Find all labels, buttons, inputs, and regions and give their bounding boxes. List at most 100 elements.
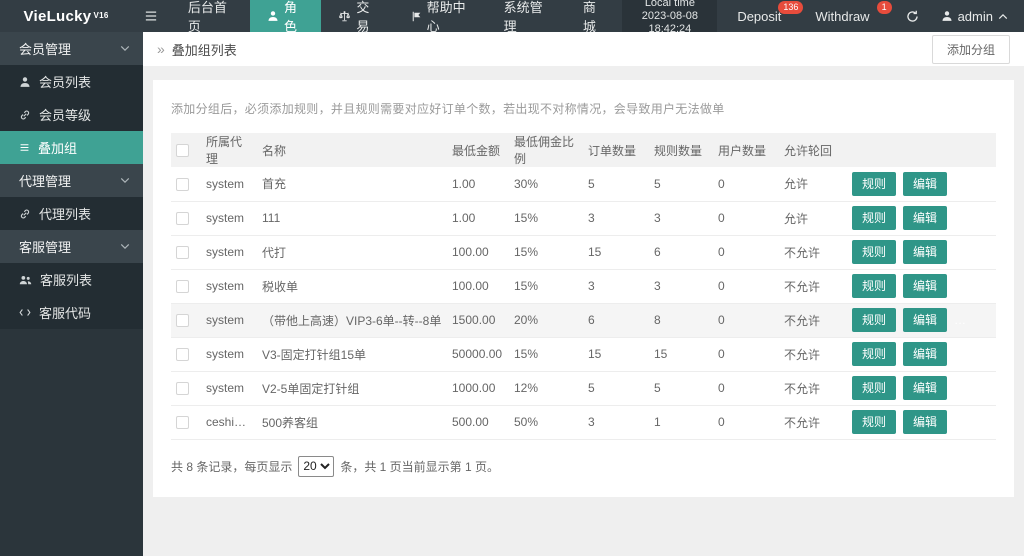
cell-rule-count: 3 [649, 269, 713, 304]
cell-min-amount: 500.00 [447, 405, 509, 440]
user-menu[interactable]: admin [933, 9, 1024, 24]
breadcrumb-chevrons-icon: » [157, 41, 165, 57]
sidebar-item-member-level[interactable]: 会员等级 [0, 98, 143, 131]
edit-button[interactable]: 编辑 [903, 206, 948, 230]
add-group-button[interactable]: 添加分组 [931, 34, 1010, 64]
column-header: 允许轮回 [779, 133, 847, 167]
edit-button[interactable]: 编辑 [903, 171, 948, 196]
edit-button[interactable]: 编辑 [903, 274, 948, 298]
cell-order-count: 5 [583, 371, 649, 406]
nav-item-help[interactable]: 帮助中心 [394, 0, 487, 34]
cell-min-commission: 30% [509, 167, 583, 202]
cell-min-commission: 15% [509, 235, 583, 270]
link-icon [19, 208, 31, 220]
table-row: system （带他上高速）VIP3-6单--转--8单 1500.00 20% 6 8 0… [171, 303, 996, 338]
person-icon [267, 10, 279, 22]
cell-agent: system [201, 269, 257, 304]
select-all-checkbox[interactable] [176, 144, 189, 158]
cell-agent: system [201, 303, 257, 338]
withdraw-link[interactable]: Withdraw 1 [815, 0, 892, 32]
edit-button[interactable]: 编辑 [903, 342, 948, 366]
cell-rule-count: 15 [649, 337, 713, 372]
groups-table: 所属代理 名称 最低金额 最低佣金比例 订单数量 规则数量 用户数量 允许轮回 system 首… [171, 133, 996, 440]
row-checkbox[interactable] [176, 177, 189, 191]
rule-button[interactable]: 规则 [852, 410, 897, 434]
sidebar-item-service-list[interactable]: 客服列表 [0, 263, 143, 296]
page-size-select[interactable]: 20 [298, 455, 335, 477]
cell-rule-count: 8 [649, 303, 713, 338]
code-icon [19, 308, 31, 317]
sidebar-group-label: 代理管理 [19, 174, 72, 189]
rule-button[interactable]: 规则 [852, 206, 897, 230]
sidebar-group-label: 客服管理 [19, 240, 72, 255]
row-checkbox[interactable] [176, 416, 189, 430]
rule-button[interactable]: 规则 [852, 308, 897, 332]
nav-item-label: 系统管理 [503, 0, 543, 34]
column-header: 所属代理 [201, 133, 257, 167]
deposit-link[interactable]: Deposit 136 [737, 0, 804, 32]
local-time-block: Local time 2023-08-08 18:42:24 [622, 0, 718, 35]
pagination-prefix: 共 8 条记录，每页显示 [171, 459, 293, 474]
sidebar-item-member-list[interactable]: 会员列表 [0, 65, 143, 98]
nav-item-trade[interactable]: 交易 [321, 0, 393, 34]
actions-cell: 规则 编辑 删除 [847, 337, 996, 372]
actions-cell: 规则 编辑 删除 [847, 201, 996, 236]
sidebar-item-service-code[interactable]: 客服代码 [0, 296, 143, 329]
cell-min-commission: 15% [509, 201, 583, 236]
row-checkbox[interactable] [176, 382, 189, 396]
sidebar-item-label: 会员等级 [39, 108, 92, 123]
cell-rule-count: 5 [649, 371, 713, 406]
row-checkbox[interactable] [176, 314, 189, 328]
rule-button[interactable]: 规则 [852, 274, 897, 298]
nav-item-role[interactable]: 角色 [250, 0, 322, 34]
cell-order-count: 6 [583, 303, 649, 338]
sidebar-item-label: 代理列表 [39, 207, 92, 222]
cell-allow-cycle: 不允许 [779, 235, 847, 270]
table-row: system 111 1.00 15% 3 3 0 允许 规则 编辑 删除 [171, 201, 996, 236]
cell-agent: system [201, 337, 257, 372]
local-time-value: 2023-08-08 18:42:24 [641, 9, 699, 35]
row-checkbox[interactable] [176, 212, 189, 226]
sidebar-item-member-management[interactable]: 会员管理 [0, 32, 143, 65]
checkbox-cell [171, 167, 201, 202]
sidebar-item-agent-management[interactable]: 代理管理 [0, 164, 143, 197]
sidebar-toggle-button[interactable] [132, 0, 171, 32]
chevron-down-icon [120, 243, 130, 250]
sidebar-item-service-management[interactable]: 客服管理 [0, 230, 143, 263]
nav-item-mall[interactable]: 商城 [566, 0, 623, 34]
nav-item-system[interactable]: 系统管理 [487, 0, 566, 34]
edit-button[interactable]: 编辑 [903, 308, 948, 332]
cell-min-amount: 1500.00 [447, 303, 509, 338]
nav-item-label: 商城 [582, 0, 596, 34]
sidebar-item-label: 叠加组 [38, 141, 78, 156]
page-title: 叠加组列表 [171, 42, 237, 58]
refresh-button[interactable] [906, 10, 919, 23]
rule-button[interactable]: 规则 [852, 376, 897, 400]
sidebar-item-label: 会员列表 [39, 75, 92, 90]
row-checkbox[interactable] [176, 348, 189, 362]
table-row: system 税收单 100.00 15% 3 3 0 不允许 规则 编辑 删除 [171, 269, 996, 304]
sidebar-group-label: 会员管理 [19, 42, 72, 57]
rule-button[interactable]: 规则 [852, 342, 897, 366]
row-checkbox[interactable] [176, 280, 189, 294]
nav-item-home[interactable]: 后台首页 [171, 0, 250, 34]
breadcrumb-bar: » 叠加组列表 添加分组 [143, 32, 1024, 66]
edit-button[interactable]: 编辑 [903, 376, 948, 400]
username: admin [957, 8, 993, 24]
row-checkbox[interactable] [176, 246, 189, 260]
rule-button[interactable]: 规则 [852, 171, 897, 196]
edit-button[interactable]: 编辑 [903, 240, 948, 264]
cell-order-count: 5 [583, 167, 649, 202]
column-header: 名称 [257, 133, 447, 167]
table-row: ceshidaili2 500养客组 500.00 50% 3 1 0 不允许 规则 编辑 删除 [171, 405, 996, 440]
checkbox-cell [171, 405, 201, 440]
hamburger-icon [144, 10, 158, 22]
sidebar-item-stack-group[interactable]: 叠加组 [0, 131, 143, 164]
sidebar-item-agent-list[interactable]: 代理列表 [0, 197, 143, 230]
scales-icon [338, 10, 351, 23]
checkbox-cell [171, 337, 201, 372]
cell-allow-cycle: 不允许 [779, 371, 847, 406]
rule-button[interactable]: 规则 [852, 240, 897, 264]
edit-button[interactable]: 编辑 [903, 410, 948, 434]
cell-min-amount: 1.00 [447, 167, 509, 202]
